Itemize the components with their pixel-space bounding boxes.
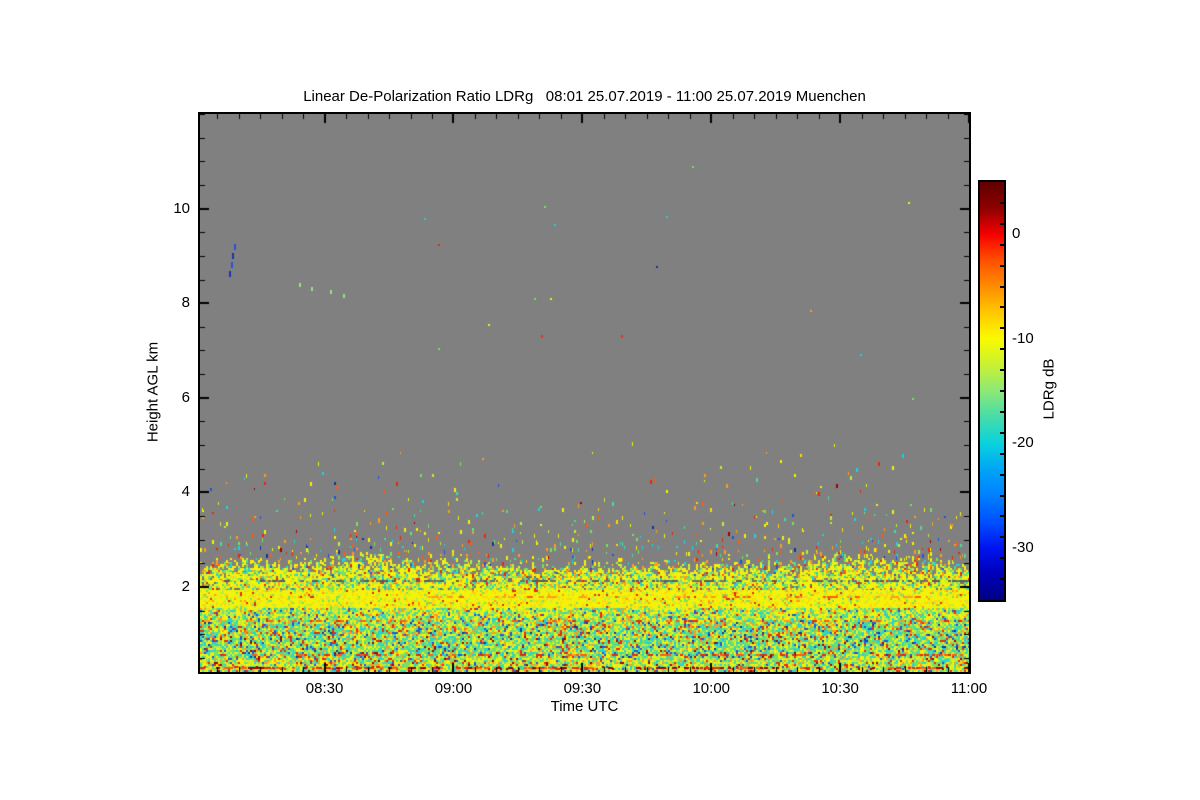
colorbar-tick <box>1000 452 1004 455</box>
colorbar-tick <box>1000 578 1004 581</box>
colorbar-tick <box>1000 327 1004 330</box>
colorbar-tick <box>1000 222 1004 225</box>
y-tick-label: 4 <box>181 483 190 501</box>
y-tick-label: 10 <box>173 199 190 217</box>
plot-area <box>198 112 971 674</box>
x-tick-label: 10:00 <box>692 680 731 697</box>
heatmap-canvas <box>200 114 969 672</box>
colorbar <box>978 180 1006 602</box>
colorbar-tick <box>1000 536 1004 539</box>
y-tick-label: 2 <box>181 577 190 595</box>
colorbar-tick-label: -10 <box>1012 329 1034 347</box>
colorbar-label: LDRg dB <box>1040 358 1058 420</box>
chart-title: Linear De-Polarization Ratio LDRg 08:01 … <box>303 88 866 105</box>
x-tick-label: 09:00 <box>434 680 473 697</box>
x-tick-label: 10:30 <box>821 680 859 697</box>
colorbar-tick <box>1000 243 1004 246</box>
colorbar-tick <box>1000 201 1004 204</box>
colorbar-tick <box>1000 285 1004 288</box>
x-tick-label: 09:30 <box>563 680 602 697</box>
colorbar-tick <box>1000 557 1004 560</box>
colorbar-tick <box>1000 410 1004 413</box>
x-tick-label: 11:00 <box>950 680 988 697</box>
colorbar-tick <box>1000 473 1004 476</box>
x-axis-label: Time UTC <box>550 698 619 715</box>
x-tick-label: 08:30 <box>305 680 344 697</box>
colorbar-tick <box>1000 264 1004 267</box>
colorbar-tick <box>1000 306 1004 309</box>
colorbar-tick-label: -20 <box>1012 434 1034 452</box>
colorbar-tick <box>1000 494 1004 497</box>
colorbar-tick <box>1000 515 1004 518</box>
colorbar-tick <box>1000 431 1004 434</box>
colorbar-tick <box>1000 390 1004 392</box>
colorbar-tick <box>1000 348 1004 351</box>
colorbar-tick-label: -30 <box>1012 538 1034 556</box>
y-tick-label: 8 <box>181 294 190 312</box>
colorbar-tick-label: 0 <box>1012 225 1021 243</box>
figure-canvas: Linear De-Polarization Ratio LDRg 08:01 … <box>0 0 1200 800</box>
colorbar-tick <box>1000 369 1004 372</box>
y-tick-label: 6 <box>181 388 190 406</box>
